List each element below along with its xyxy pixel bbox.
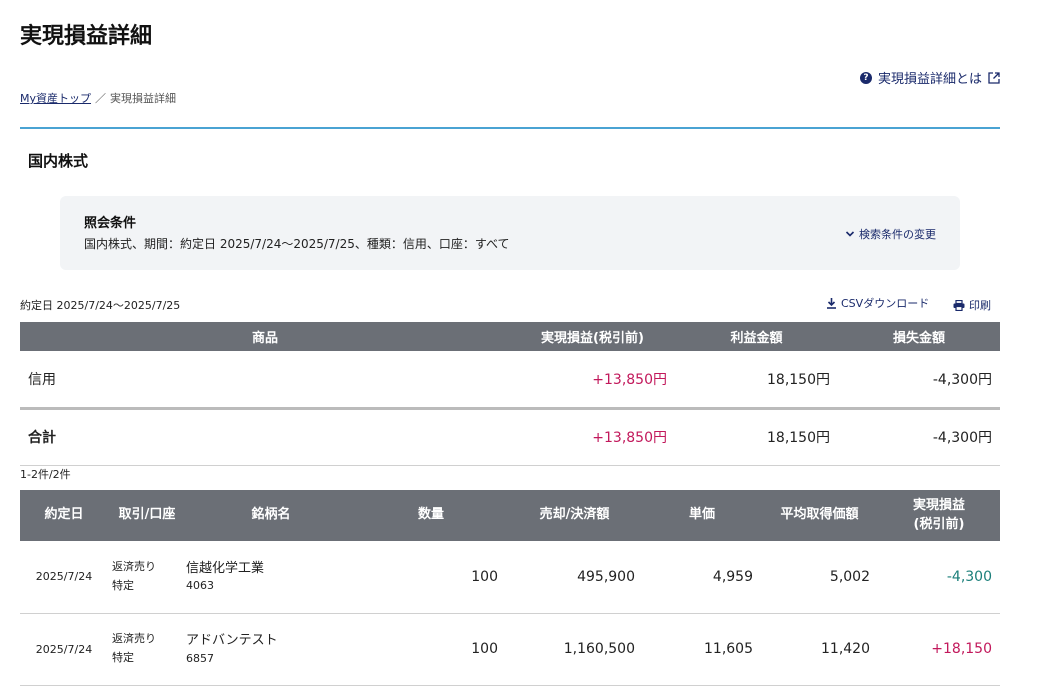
- detail-header-row: 約定日 取引/口座 銘柄名 数量 売却/決済額 単価 平均取得価額 実現損益 (…: [20, 490, 1000, 541]
- row-date: 2025/7/24: [20, 541, 108, 614]
- row-stock-code: 6857: [186, 651, 214, 665]
- detail-header-avg: 平均取得価額: [761, 490, 878, 541]
- help-link-label: 実現損益詳細とは: [877, 72, 982, 87]
- row-price: 4,959: [643, 541, 761, 614]
- summary-row: 信用 +13,850円 18,150円 -4,300円: [20, 351, 1000, 410]
- summary-header-row: 商品 実現損益(税引前) 利益金額 損失金額: [20, 322, 1000, 351]
- row-pl: -4,300: [878, 541, 1000, 614]
- table-row: 2025/7/24 返済売り 特定 信越化学工業 4063 100 495,90…: [20, 541, 1000, 614]
- detail-header-pl-line1: 実現損益: [912, 498, 965, 514]
- summary-header-profit: 利益金額: [675, 322, 838, 351]
- detail-header-date: 約定日: [20, 490, 108, 541]
- detail-header-qty: 数量: [356, 490, 506, 541]
- summary-header-realized: 実現損益(税引前): [510, 322, 675, 351]
- result-count: 1-2件/2件: [20, 468, 71, 481]
- conditions-title: 照会条件: [84, 216, 137, 231]
- printer-icon: [953, 299, 965, 311]
- detail-header-pl: 実現損益 (税引前): [878, 490, 1000, 541]
- breadcrumb-current: 実現損益詳細: [110, 92, 177, 105]
- row-stock-name: アドバンテスト: [186, 633, 278, 648]
- summary-header-loss: 損失金額: [838, 322, 1000, 351]
- row-date: 2025/7/24: [20, 613, 108, 686]
- detail-header-price: 単価: [643, 490, 761, 541]
- question-circle-icon: ?: [859, 71, 872, 84]
- detail-header-amount: 売却/決済額: [506, 490, 643, 541]
- query-conditions-panel: 照会条件 国内株式、期間：約定日 2025/7/24〜2025/7/25、種類：…: [60, 196, 960, 270]
- print-label: 印刷: [969, 299, 991, 312]
- row-price: 11,605: [643, 613, 761, 686]
- row-stock: アドバンテスト 6857: [186, 613, 356, 686]
- detail-header-name: 銘柄名: [186, 490, 356, 541]
- detail-header-pl-line2: (税引前): [913, 516, 965, 532]
- change-conditions-label: 検索条件の変更: [859, 228, 936, 241]
- summary-header-product: 商品: [20, 322, 510, 351]
- external-link-icon: [988, 71, 1000, 84]
- summary-profit: 18,150円: [675, 351, 838, 410]
- csv-download-label: CSVダウンロード: [841, 297, 930, 310]
- summary-product: 信用: [20, 351, 510, 410]
- breadcrumb-home-link[interactable]: My資産トップ: [20, 90, 91, 106]
- row-amount: 495,900: [506, 541, 643, 614]
- summary-total-profit: 18,150円: [675, 408, 838, 466]
- breadcrumb-separator: ／: [95, 92, 107, 105]
- section-title: 国内株式: [28, 152, 89, 170]
- summary-total-row: 合計 +13,850円 18,150円 -4,300円: [20, 408, 1000, 466]
- row-avg: 11,420: [761, 613, 878, 686]
- help-link[interactable]: ? 実現損益詳細とは: [859, 68, 1000, 87]
- detail-table: 約定日 取引/口座 銘柄名 数量 売却/決済額 単価 平均取得価額 実現損益 (…: [20, 490, 1000, 686]
- summary-table: 商品 実現損益(税引前) 利益金額 損失金額 信用 +13,850円 18,15…: [20, 322, 1000, 466]
- print-button[interactable]: 印刷: [953, 297, 991, 313]
- summary-total-loss: -4,300円: [838, 408, 1000, 466]
- row-stock-name: 信越化学工業: [186, 560, 265, 576]
- period-label: 約定日 2025/7/24〜2025/7/25: [20, 299, 181, 312]
- row-qty: 100: [356, 613, 506, 686]
- summary-total-label: 合計: [20, 408, 510, 466]
- section-divider: [20, 127, 1000, 129]
- summary-total-realized: +13,850円: [510, 408, 675, 466]
- conditions-text: 国内株式、期間：約定日 2025/7/24〜2025/7/25、種類：信用、口座…: [84, 237, 510, 251]
- change-conditions-button[interactable]: 検索条件の変更: [845, 226, 936, 242]
- breadcrumb: My資産トップ ／ 実現損益詳細: [20, 90, 176, 106]
- row-stock: 信越化学工業 4063: [186, 541, 356, 614]
- chevron-down-icon: [845, 231, 855, 237]
- detail-header-trade: 取引/口座: [108, 490, 186, 541]
- row-pl: +18,150: [878, 613, 1000, 686]
- row-account: 特定: [112, 651, 134, 664]
- row-trade-type: 返済売り: [112, 632, 156, 646]
- csv-download-button[interactable]: CSVダウンロード: [826, 295, 929, 311]
- row-avg: 5,002: [761, 541, 878, 614]
- table-row: 2025/7/24 返済売り 特定 アドバンテスト 6857 100 1,160…: [20, 613, 1000, 686]
- row-stock-code: 4063: [186, 579, 214, 593]
- summary-loss: -4,300円: [838, 351, 1000, 410]
- row-amount: 1,160,500: [506, 613, 643, 686]
- row-qty: 100: [356, 541, 506, 614]
- row-account: 特定: [112, 578, 134, 592]
- summary-realized: +13,850円: [510, 351, 675, 410]
- row-trade: 返済売り 特定: [108, 613, 186, 686]
- row-trade-type: 返済売り: [112, 560, 156, 574]
- row-trade: 返済売り 特定: [108, 541, 186, 614]
- download-icon: [827, 298, 836, 309]
- page-title: 実現損益詳細: [20, 24, 153, 49]
